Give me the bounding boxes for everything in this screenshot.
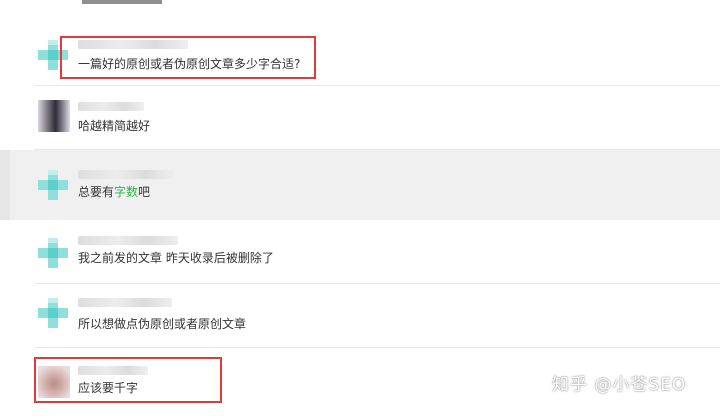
cropped-element — [82, 0, 162, 4]
watermark: 知乎 @小苍SEO — [552, 375, 687, 395]
message-text: 总要有字数吧 — [78, 184, 150, 200]
avatar[interactable] — [38, 238, 68, 268]
sender-name-blurred — [78, 102, 144, 111]
message-item: 总要有字数吧 — [10, 150, 720, 220]
message-item: 所以想做点伪原创或者原创文章 — [10, 284, 720, 348]
sender-name-blurred — [78, 170, 174, 179]
avatar[interactable] — [38, 170, 68, 200]
sender-name-blurred — [78, 236, 178, 245]
message-text-part: 吧 — [138, 185, 151, 199]
message-item: 哈越精简越好 — [10, 86, 720, 150]
annotation-box — [60, 36, 316, 79]
highlighted-word: 字数 — [114, 185, 139, 199]
message-text: 所以想做点伪原创或者原创文章 — [78, 317, 247, 331]
scrollbar-track[interactable] — [0, 150, 10, 220]
message-text-part: 总要有 — [78, 185, 115, 199]
message-text: 哈越精简越好 — [78, 119, 151, 133]
message-item: 我之前发的文章 昨天收录后被删除了 — [10, 220, 720, 284]
message-text: 我之前发的文章 昨天收录后被删除了 — [78, 251, 274, 265]
sender-name-blurred — [78, 298, 172, 307]
avatar[interactable] — [38, 100, 70, 132]
annotation-box — [34, 357, 222, 403]
avatar[interactable] — [38, 298, 68, 328]
chat-screenshot: 一篇好的原创或者伪原创文章多少字合适? 哈越精简越好 总要有字数吧 我之前发的文… — [0, 0, 720, 420]
